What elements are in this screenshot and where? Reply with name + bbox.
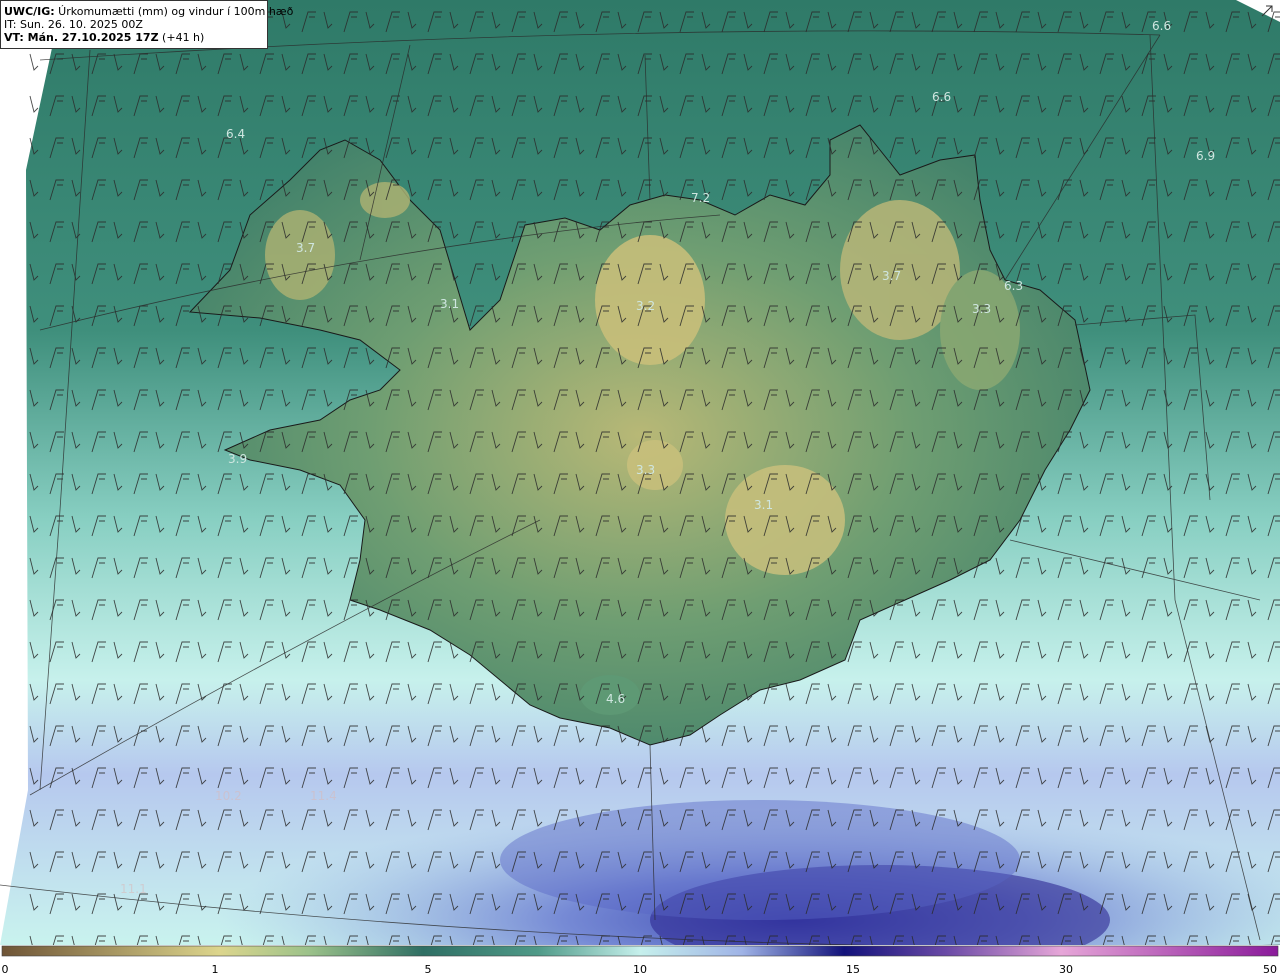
- value-label: 3.2: [636, 299, 655, 313]
- value-label: 6.6: [1152, 19, 1171, 33]
- forecast-offset: (+41 h): [158, 31, 205, 44]
- value-label: 11.4: [310, 789, 337, 803]
- init-time: IT: Sun. 26. 10. 2025 00Z: [4, 18, 143, 31]
- colorbar-tick: 50: [1263, 963, 1277, 976]
- value-label: 3.9: [228, 452, 247, 466]
- value-label: 6.6: [932, 90, 951, 104]
- colorbar-tick: 1: [211, 963, 219, 976]
- colorbar-tick: 10: [633, 963, 647, 976]
- title-line: UWC/IG: Úrkomumætti (mm) og vindur í 100…: [4, 5, 293, 18]
- value-label: 3.1: [440, 297, 459, 311]
- value-label: 3.3: [972, 302, 991, 316]
- value-label: 6.9: [1196, 149, 1215, 163]
- expand-icon[interactable]: [1260, 4, 1274, 18]
- valid-time: VT: Mán. 27.10.2025 17Z: [4, 31, 159, 44]
- value-label: 6.3: [1004, 279, 1023, 293]
- colorbar-tick: 0: [1, 963, 9, 976]
- value-label: 3.7: [296, 241, 315, 255]
- colorbar-tick: 30: [1059, 963, 1073, 976]
- colorbar: 0 1 5 10 15 30 50: [0, 945, 1280, 978]
- model-name: UWC/IG:: [4, 5, 55, 18]
- value-label: 3.3: [636, 463, 655, 477]
- colorbar-tick: 15: [846, 963, 860, 976]
- value-label: 10.2: [215, 789, 242, 803]
- value-label: 4.6: [606, 692, 625, 706]
- forecast-map: 6.6 6.6 6.9 6.4 7.2 3.7 3.7 3.3 6.3 3.1 …: [0, 0, 1280, 945]
- valid-time-line: VT: Mán. 27.10.2025 17Z (+41 h): [4, 31, 264, 44]
- map-title: Úrkomumætti (mm) og vindur í 100m hæð: [54, 5, 294, 18]
- value-label: 6.4: [226, 127, 245, 141]
- value-label: 3.1: [754, 498, 773, 512]
- value-label: 7.2: [691, 191, 710, 205]
- value-label: 3.7: [882, 269, 901, 283]
- map-info-box: UWC/IG: Úrkomumætti (mm) og vindur í 100…: [0, 0, 293, 49]
- value-label: 11.1: [120, 882, 147, 896]
- colorbar-tick: 5: [424, 963, 432, 976]
